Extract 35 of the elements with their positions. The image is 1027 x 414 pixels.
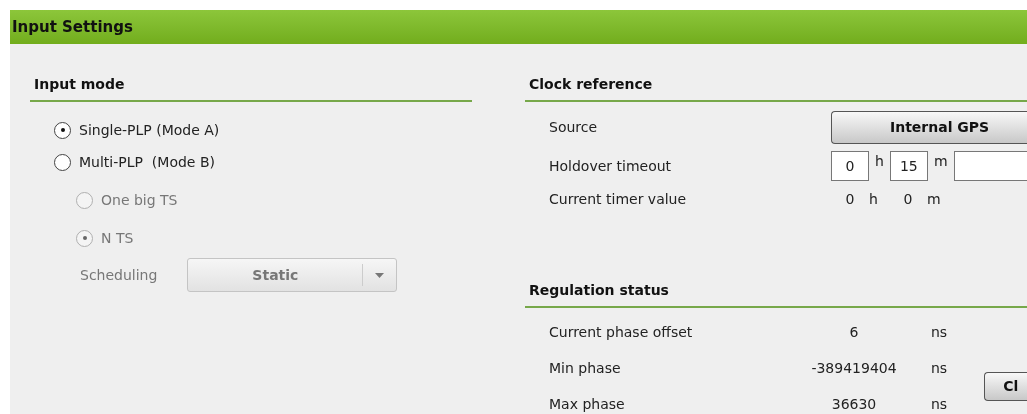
radio-label: Multi-PLP (Mode B) xyxy=(79,152,215,172)
radio-button[interactable] xyxy=(54,121,71,139)
status-value: 36630 xyxy=(830,394,878,414)
panel-title: Input Settings xyxy=(12,16,133,38)
radio-label: Single-PLP (Mode A) xyxy=(79,120,220,140)
time-input[interactable]: 0 xyxy=(831,151,869,181)
status-value: 6 xyxy=(848,322,860,342)
unit-label: ns xyxy=(931,322,948,342)
status-label: Min phase xyxy=(549,358,622,378)
time-input[interactable]: 15 xyxy=(889,151,928,181)
field-label: Current timer value xyxy=(549,189,688,209)
field-label: Source xyxy=(549,117,599,137)
clear-button[interactable]: Cl xyxy=(984,371,1027,401)
radio-button[interactable] xyxy=(54,153,71,171)
status-label: Current phase offset xyxy=(549,322,694,342)
radio-label: N TS xyxy=(101,228,134,248)
unit-label: m xyxy=(927,189,942,209)
time-input[interactable] xyxy=(953,151,1027,181)
unit-label: ns xyxy=(931,358,948,378)
section-heading: Clock reference xyxy=(529,76,653,92)
source-button[interactable]: Internal GPS xyxy=(831,110,1027,144)
unit-label: m xyxy=(933,152,948,171)
unit-label: h xyxy=(875,152,884,171)
status-label: Max phase xyxy=(549,394,626,414)
unit-label: ns xyxy=(931,394,948,414)
radio-label: One big TS xyxy=(101,190,178,210)
field-label: Holdover timeout xyxy=(549,156,673,176)
section-heading: Regulation status xyxy=(529,282,669,298)
status-value: -389419404 xyxy=(810,358,898,378)
section-heading: Input mode xyxy=(34,76,125,92)
unit-label: h xyxy=(869,189,879,209)
timer-value: 0 xyxy=(844,189,856,209)
scheduling-label: Scheduling xyxy=(80,265,158,285)
timer-value: 0 xyxy=(902,189,914,209)
caret-icon xyxy=(375,272,385,278)
